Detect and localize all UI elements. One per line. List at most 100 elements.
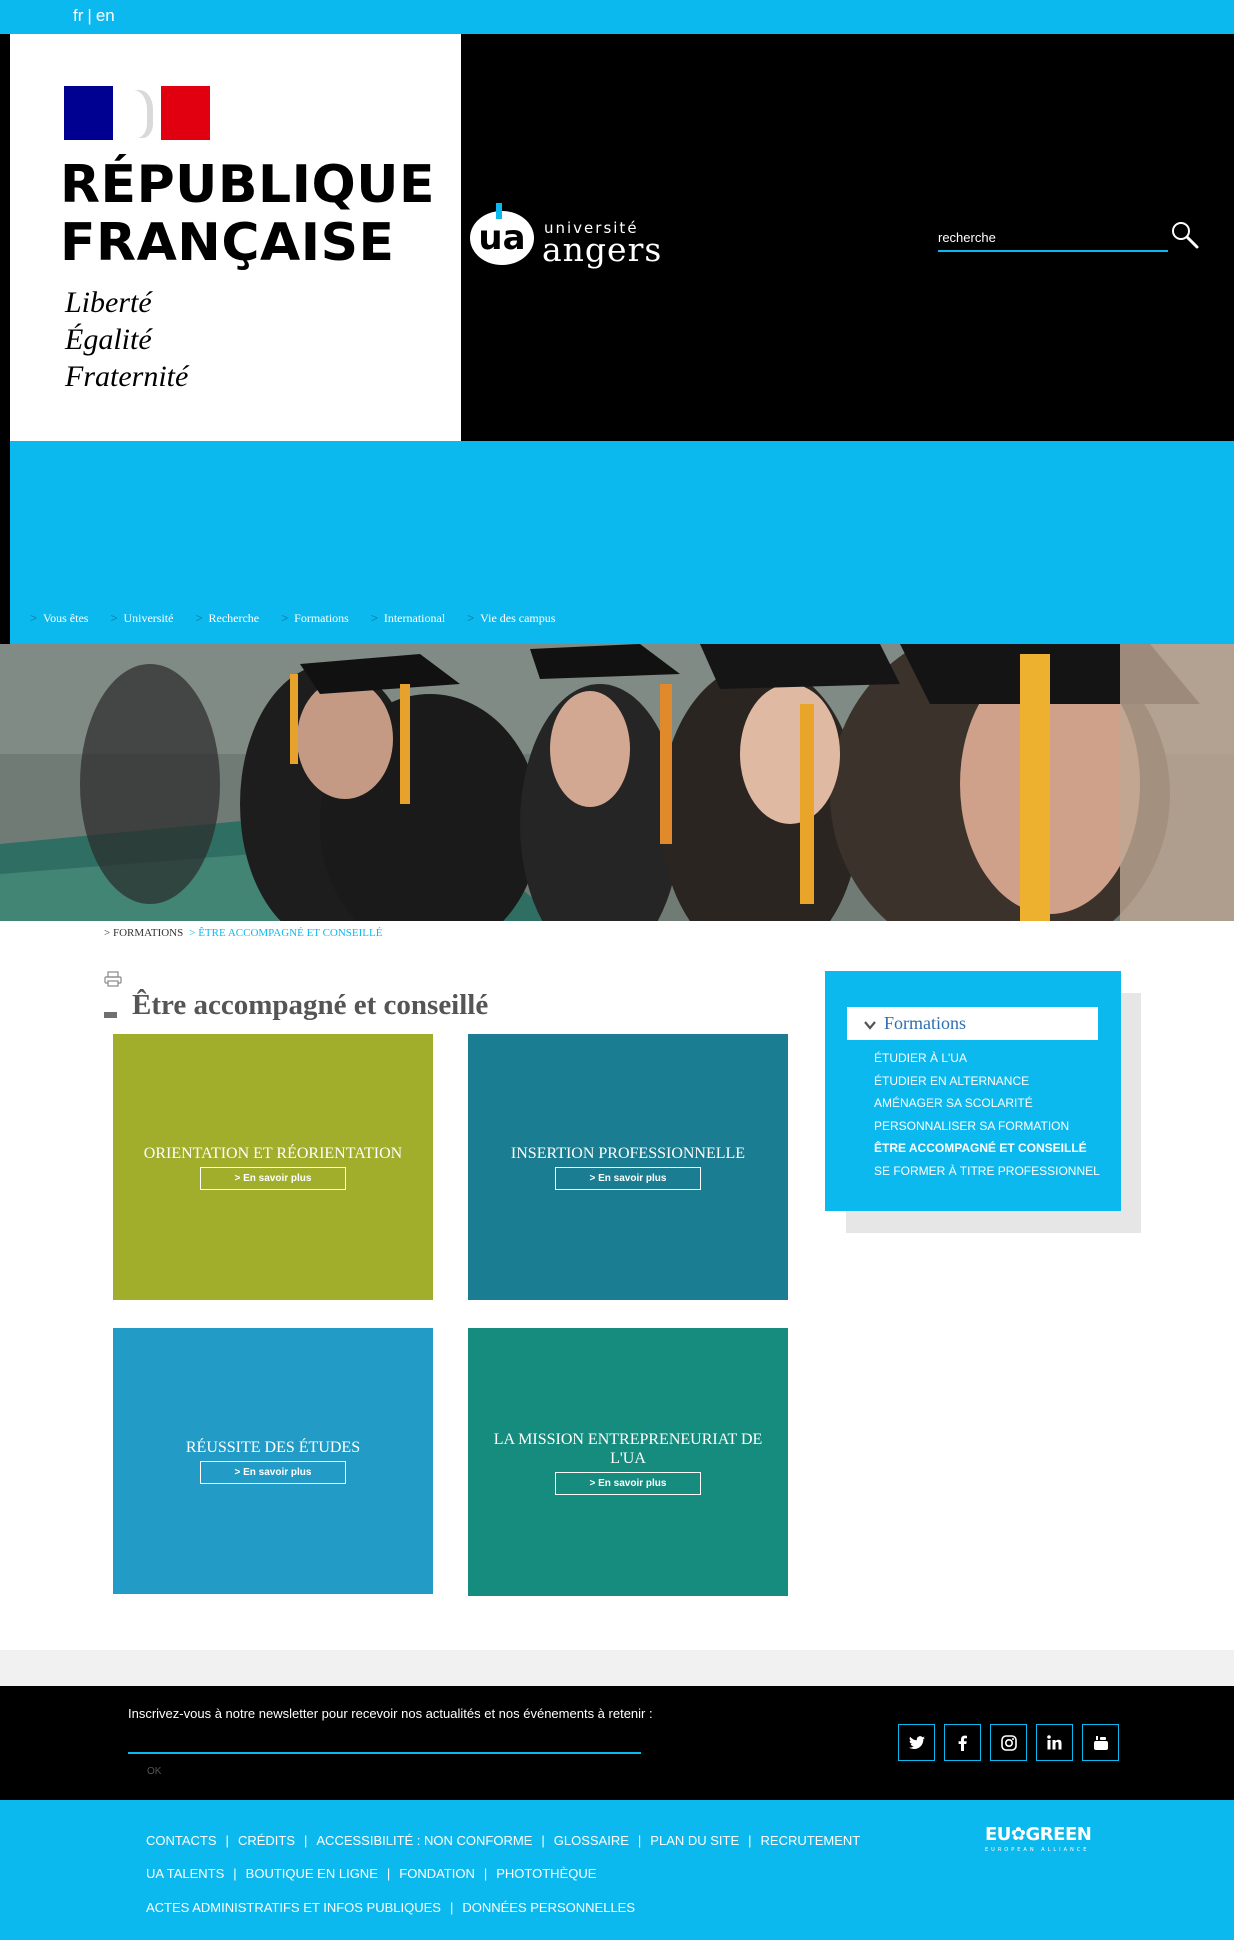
republique-title-line1: RÉPUBLIQUE xyxy=(60,155,435,215)
sidebar-item-amenager-scolarite[interactable]: AMÉNAGER SA SCOLARITÉ xyxy=(874,1092,1100,1115)
footer-link-actes-administratifs[interactable]: ACTES ADMINISTRATIFS ET INFOS PUBLIQUES xyxy=(146,1900,441,1915)
footer-separator: | xyxy=(386,1866,391,1881)
sidebar-item-etudier-ua[interactable]: ÉTUDIER À L'UA xyxy=(874,1047,1100,1070)
footer-separator: | xyxy=(541,1833,545,1848)
breadcrumb-formations[interactable]: > FORMATIONS xyxy=(104,927,183,939)
republique-francaise-logo[interactable]: RÉPUBLIQUE FRANÇAISE Liberté Égalité Fra… xyxy=(10,34,461,441)
sidebar-item-alternance[interactable]: ÉTUDIER EN ALTERNANCE xyxy=(874,1070,1100,1093)
left-edge-strip xyxy=(0,34,10,644)
language-bar: fr | en xyxy=(0,0,1234,34)
linkedin-link[interactable] xyxy=(1036,1724,1073,1761)
footer-link-plan-du-site[interactable]: PLAN DU SITE xyxy=(650,1833,739,1848)
footer-separator: | xyxy=(483,1866,488,1881)
nav-chevron-icon: > xyxy=(370,611,378,625)
youtube-link[interactable] xyxy=(1082,1724,1119,1761)
search-icon xyxy=(1172,222,1199,249)
eu-green-tagline: EUROPEAN ALLIANCE xyxy=(985,1847,1090,1853)
footer-separator: | xyxy=(225,1833,229,1848)
eu-green-logo[interactable]: EU✿GREEN EUROPEAN ALLIANCE xyxy=(985,1824,1101,1858)
nav-item-label: International xyxy=(383,611,446,625)
sidebar-item-personnaliser[interactable]: PERSONNALISER SA FORMATION xyxy=(874,1115,1100,1138)
graduates-photo-illustration xyxy=(0,644,1234,921)
footer-link-glossaire[interactable]: GLOSSAIRE xyxy=(554,1833,629,1848)
republique-title: RÉPUBLIQUE FRANÇAISE xyxy=(60,156,435,272)
nav-chevron-icon: > xyxy=(195,611,203,625)
chevron-down-icon xyxy=(864,1021,876,1030)
twitter-link[interactable] xyxy=(898,1724,935,1761)
footer-link-contacts[interactable]: CONTACTS xyxy=(146,1833,217,1848)
nav-chevron-icon: > xyxy=(110,611,118,625)
footer-link-phototheque[interactable]: PHOTOTHÈQUE xyxy=(496,1866,596,1881)
twitter-icon xyxy=(908,1735,925,1749)
motto-fraternite: Fraternité xyxy=(65,360,189,393)
nav-item-label: Vous êtes xyxy=(43,611,89,625)
instagram-icon xyxy=(1000,1734,1017,1751)
newsletter-ok-button[interactable]: OK xyxy=(147,1766,161,1777)
nav-item-international[interactable]: > International xyxy=(371,611,445,626)
newsletter-email-input[interactable] xyxy=(128,1730,641,1754)
footer-link-recrutement[interactable]: RECRUTEMENT xyxy=(761,1833,861,1848)
search-button[interactable] xyxy=(1170,220,1200,250)
sidebar-list: ÉTUDIER À L'UA ÉTUDIER EN ALTERNANCE AMÉ… xyxy=(874,1047,1100,1183)
tile-more-button[interactable]: > En savoir plus xyxy=(200,1461,346,1484)
facebook-icon xyxy=(958,1735,967,1751)
linkedin-icon xyxy=(1047,1735,1062,1750)
search-input[interactable] xyxy=(938,226,1168,248)
footer-row-1: CONTACTS | CRÉDITS | ACCESSIBILITÉ : NON CON… xyxy=(146,1833,860,1848)
tile-orientation[interactable]: ORIENTATION ET RÉORIENTATION > En savoir… xyxy=(113,1034,433,1300)
tile-more-button[interactable]: > En savoir plus xyxy=(555,1167,701,1190)
tile-insertion-professionnelle[interactable]: INSERTION PROFESSIONNELLE > En savoir pl… xyxy=(468,1034,788,1300)
main-nav: > Vous êtes > Université > Recherche > Forma… xyxy=(30,611,577,626)
breadcrumb-current: > ÊTRE ACCOMPAGNÉ ET CONSEILLÉ xyxy=(189,927,383,939)
footer-link-donnees-personnelles[interactable]: DONNÉES PERSONNELLES xyxy=(462,1900,635,1915)
tile-mission-entrepreneuriat[interactable]: LA MISSION ENTREPRENEURIAT DE L'UA > En … xyxy=(468,1328,788,1596)
ua-logo-angers: angers xyxy=(542,230,663,269)
tile-title: INSERTION PROFESSIONNELLE xyxy=(510,1145,746,1162)
lang-fr-link[interactable]: fr xyxy=(73,6,83,25)
title-bullet xyxy=(104,1012,117,1018)
footer-link-credits[interactable]: CRÉDITS xyxy=(238,1833,295,1848)
footer-link-boutique[interactable]: BOUTIQUE EN LIGNE xyxy=(246,1866,378,1881)
republique-motto: Liberté Égalité Fraternité xyxy=(65,284,188,395)
nav-item-vous-etes[interactable]: > Vous êtes xyxy=(30,611,88,626)
instagram-link[interactable] xyxy=(990,1724,1027,1761)
main-nav-band: > Vous êtes > Université > Recherche > Forma… xyxy=(10,441,1234,644)
tile-title: RÉUSSITE DES ÉTUDES xyxy=(185,1439,361,1456)
eu-green-wordmark: EU✿GREEN xyxy=(985,1824,1101,1845)
tile-reussite-etudes[interactable]: RÉUSSITE DES ÉTUDES > En savoir plus xyxy=(113,1328,433,1594)
eu-green-green: GREEN xyxy=(1025,1824,1092,1845)
sidebar-menu: Formations ÉTUDIER À L'UA ÉTUDIER EN ALT… xyxy=(825,971,1121,1211)
youtube-icon xyxy=(1093,1735,1108,1750)
nav-item-label: Vie des campus xyxy=(480,611,556,625)
nav-item-universite[interactable]: > Université xyxy=(110,611,173,626)
print-button[interactable] xyxy=(104,971,122,987)
footer-separator: | xyxy=(304,1833,308,1848)
tile-more-button[interactable]: > En savoir plus xyxy=(555,1471,701,1495)
newsletter-section: Inscrivez-vous à notre newsletter pour r… xyxy=(0,1686,1234,1800)
footer-separator-band xyxy=(0,1650,1234,1686)
nav-item-label: Formations xyxy=(294,611,349,625)
nav-item-recherche[interactable]: > Recherche xyxy=(195,611,259,626)
footer-row-2: UA TALENTS | BOUTIQUE EN LIGNE | FONDATION | P… xyxy=(146,1866,596,1881)
nav-chevron-icon: > xyxy=(467,611,475,625)
footer-separator: | xyxy=(637,1833,642,1848)
nav-chevron-icon: > xyxy=(30,611,38,625)
tile-more-button[interactable]: > En savoir plus xyxy=(200,1167,346,1190)
eu-green-flower-icon: ✿ xyxy=(1010,1824,1026,1845)
nav-item-vie-des-campus[interactable]: > Vie des campus xyxy=(467,611,555,626)
footer-row-3: ACTES ADMINISTRATIFS ET INFOS PUBLIQUES |… xyxy=(146,1900,635,1915)
footer-link-accessibilite[interactable]: ACCESSIBILITÉ : NON CONFORME xyxy=(316,1833,532,1848)
newsletter-text: Inscrivez-vous à notre newsletter pour r… xyxy=(128,1706,653,1721)
footer-link-fondation[interactable]: FONDATION xyxy=(399,1866,475,1881)
motto-liberte: Liberté xyxy=(65,286,152,319)
lang-en-link[interactable]: en xyxy=(96,6,115,25)
hero-graduation-photo xyxy=(0,644,1234,921)
footer-link-ua-talents[interactable]: UA TALENTS xyxy=(146,1866,224,1881)
sidebar-header[interactable]: Formations xyxy=(847,1007,1098,1040)
universite-angers-logo[interactable]: ua université angers xyxy=(470,203,670,271)
sidebar-item-former-pro[interactable]: SE FORMER À TITRE PROFESSIONNEL xyxy=(874,1160,1100,1183)
nav-item-formations[interactable]: > Formations xyxy=(281,611,349,626)
sidebar-item-accompagne[interactable]: ÊTRE ACCOMPAGNÉ ET CONSEILLÉ xyxy=(874,1137,1100,1160)
nav-chevron-icon: > xyxy=(281,611,289,625)
facebook-link[interactable] xyxy=(944,1724,981,1761)
